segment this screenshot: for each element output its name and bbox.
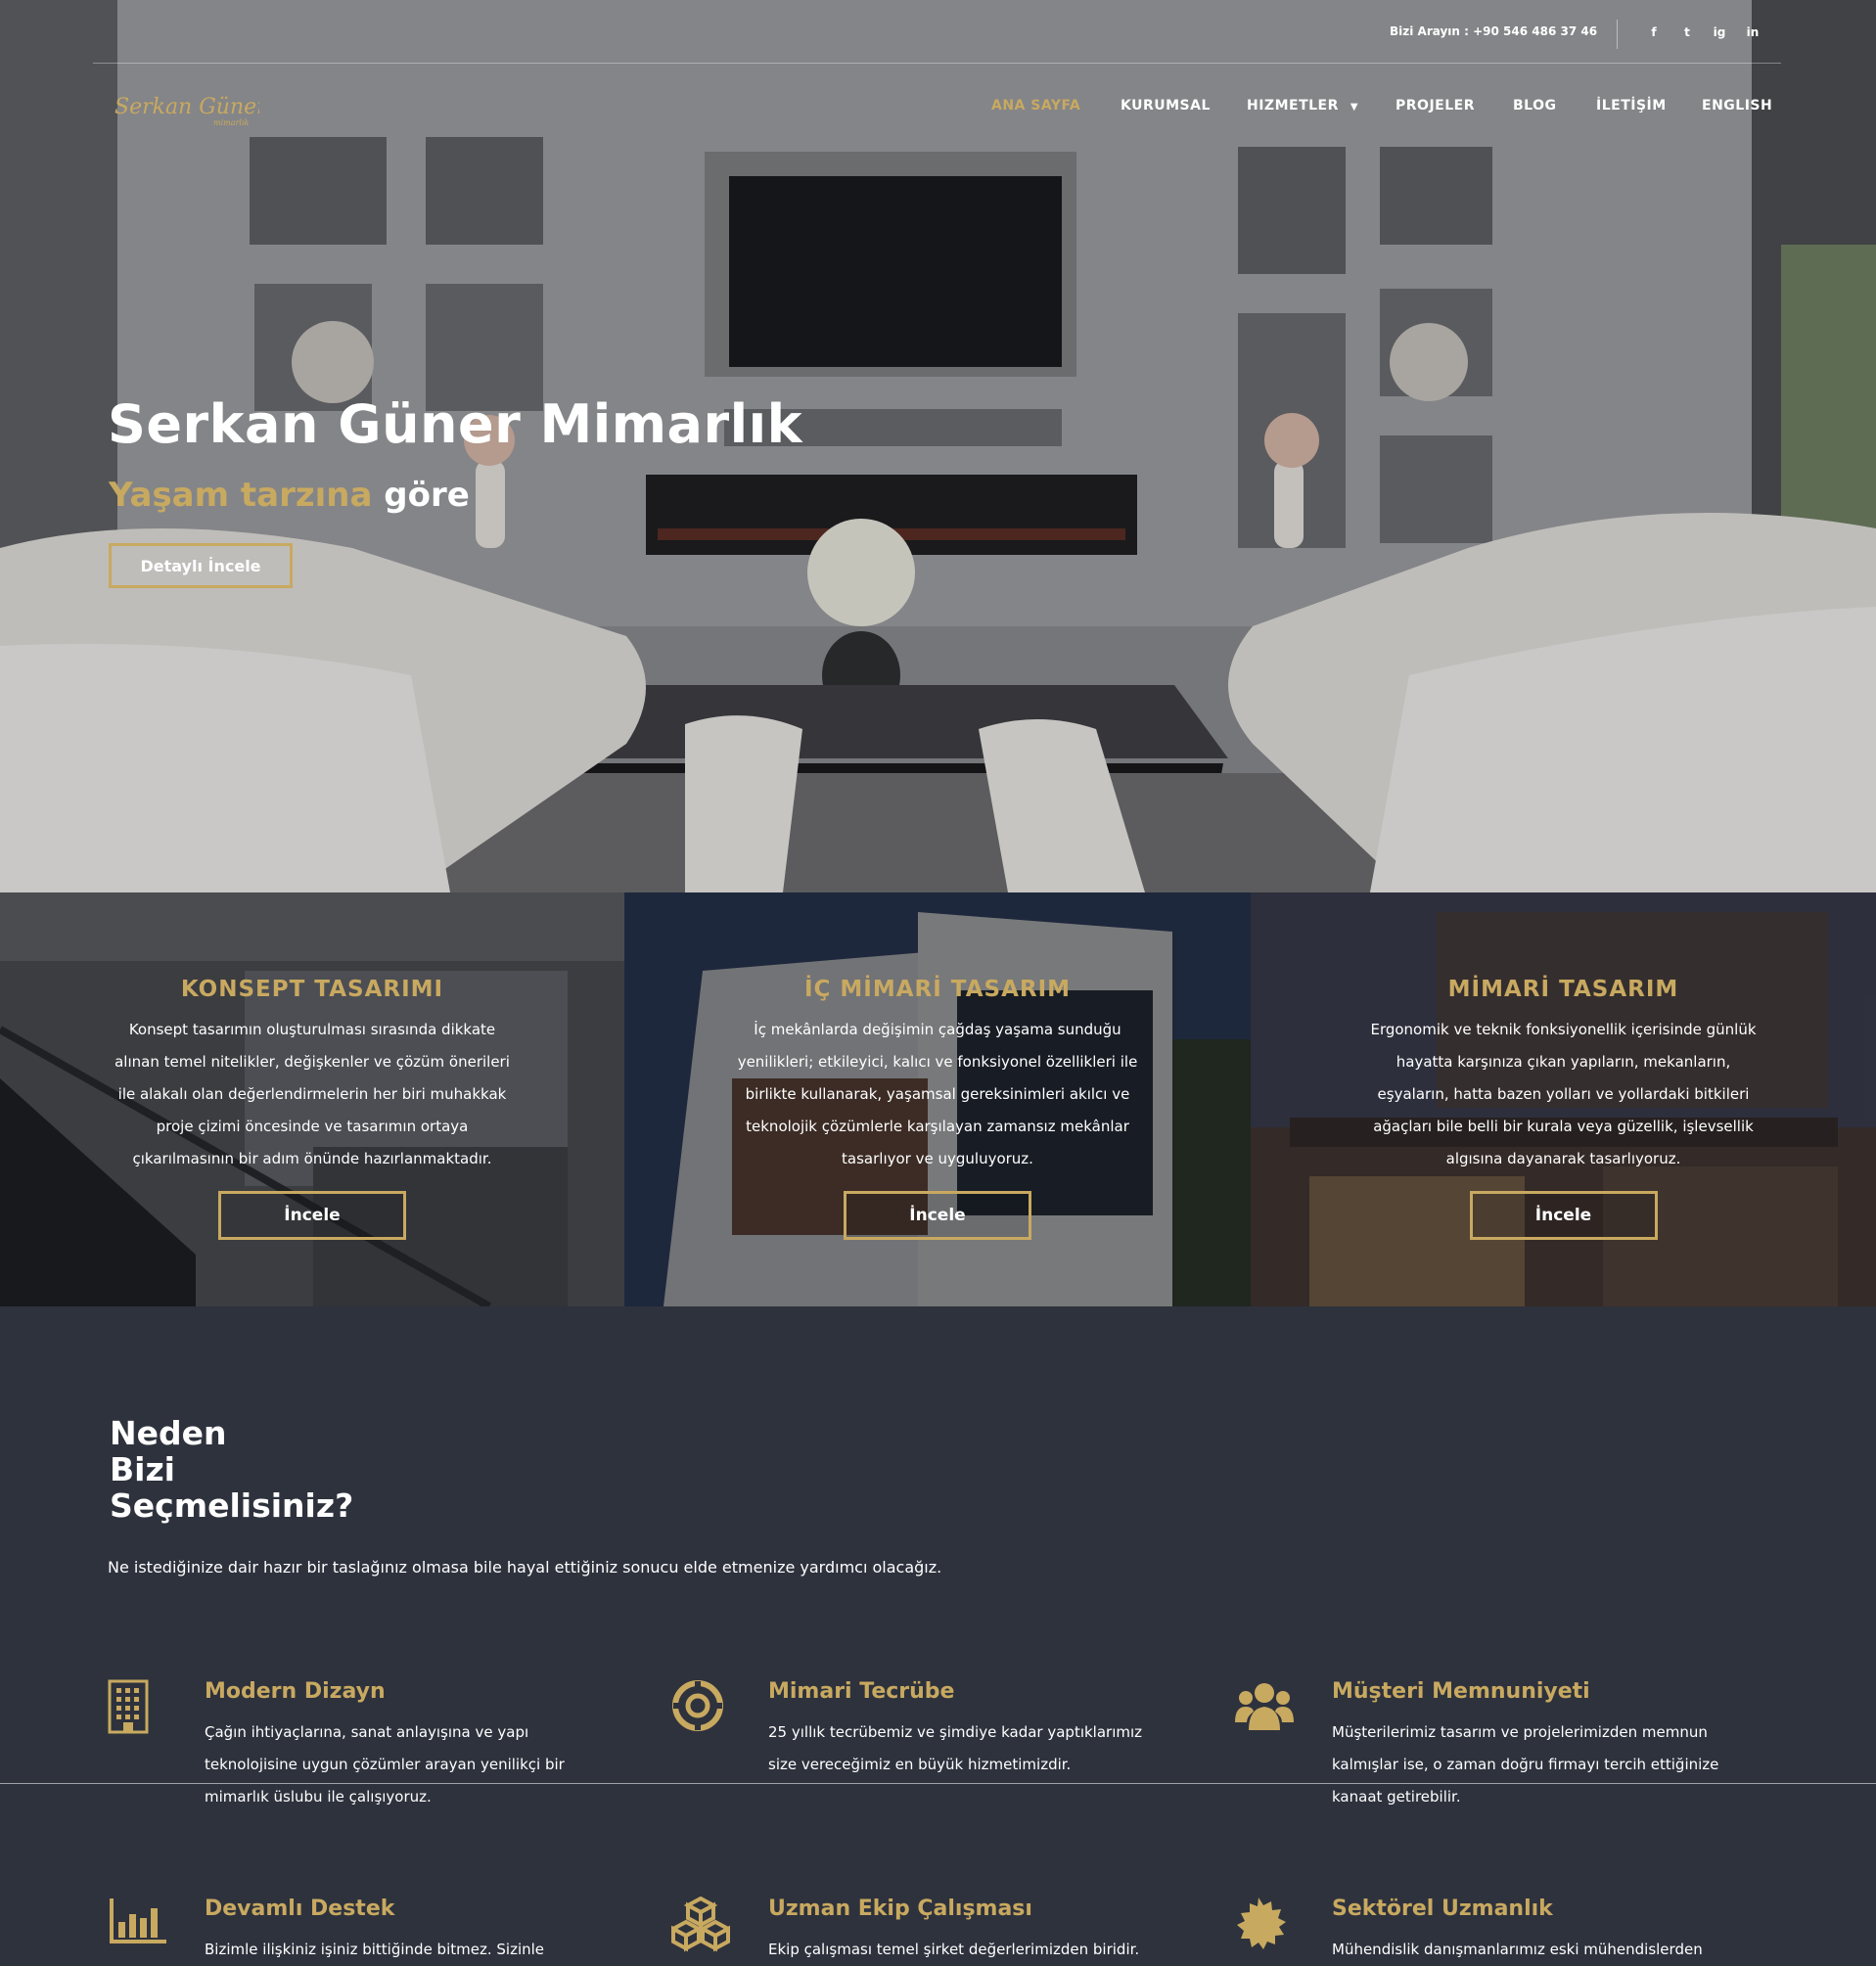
bar-chart-icon [110, 1898, 166, 1943]
nav-english[interactable]: ENGLISH [1702, 98, 1772, 114]
feature-text: Ekip çalışması temel şirket değerlerimiz… [768, 1941, 1140, 1958]
why-us-title: Neden Bizi Seçmelisiniz? [110, 1415, 353, 1524]
service-description: Ergonomik ve teknik fonksiyonellik içeri… [1370, 1021, 1757, 1167]
feature-title: Modern Dizayn [205, 1679, 386, 1704]
feature-text: Bizimle ilişkiniz işiniz bittiğinde bitm… [205, 1941, 545, 1958]
feature-title: Mimari Tecrübe [768, 1679, 955, 1704]
header-divider [93, 63, 1781, 64]
nav-hizmetler[interactable]: HIZMETLER ▼ [1247, 98, 1358, 114]
linkedin-icon[interactable]: in [1742, 22, 1763, 43]
hero-detail-button[interactable]: Detaylı İncele [109, 543, 293, 588]
building-icon [108, 1679, 149, 1734]
hero-title: Serkan Güner Mimarlık [108, 393, 803, 455]
service-panel-mimari: MİMARİ TASARIM Ergonomik ve teknik fonks… [1251, 892, 1876, 1306]
service-title: İÇ MİMARİ TASARIM [803, 977, 1072, 1002]
why-us-title-line: Seçmelisiniz? [110, 1486, 354, 1525]
mimari-incele-button[interactable]: İncele [1469, 1191, 1658, 1240]
hero-subtitle-white: göre [384, 476, 470, 515]
chevron-down-icon: ▼ [1350, 102, 1359, 113]
service-description: Konsept tasarımın oluşturulması sırasınd… [114, 1021, 510, 1167]
service-title: MİMARİ TASARIM [1447, 977, 1679, 1002]
why-us-subtitle: Ne istediğinize dair hazır bir taslağını… [108, 1558, 942, 1577]
logo-signature: Serkan Güner mimarlık [114, 95, 268, 127]
feature-text: Mühendislik danışmanlarımız eski mühendi… [1332, 1941, 1703, 1958]
nav-blog[interactable]: BLOG [1513, 98, 1557, 114]
nav-hizmetler-label: HIZMETLER [1247, 98, 1339, 114]
facebook-icon[interactable]: f [1643, 22, 1665, 43]
nav-projeler[interactable]: PROJELER [1396, 98, 1475, 114]
certificate-icon [1237, 1897, 1286, 1949]
why-us-title-line: Bizi [110, 1450, 175, 1488]
nav-ana-sayfa[interactable]: ANA SAYFA [991, 98, 1080, 114]
instagram-icon[interactable]: ig [1709, 22, 1730, 43]
phone-text[interactable]: Bizi Arayın : +90 546 486 37 46 [1390, 24, 1597, 38]
section-divider [0, 1783, 1876, 1784]
feature-text: 25 yıllık tecrübemiz ve şimdiye kadar ya… [768, 1723, 1143, 1773]
hero-subtitle: Yaşam tarzına göre [109, 476, 470, 515]
service-panel-konsept: KONSEPT TASARIMI Konsept tasarımın oluşt… [0, 892, 624, 1306]
feature-text: Müşterilerimiz tasarım ve projelerimizde… [1332, 1723, 1719, 1806]
konsept-incele-button[interactable]: İncele [218, 1191, 406, 1240]
logo-subtext: mimarlık [213, 118, 249, 127]
lifebuoy-icon [672, 1680, 723, 1731]
feature-text: Çağın ihtiyaçlarına, sanat anlayışına ve… [205, 1723, 565, 1806]
feature-title: Devamlı Destek [205, 1897, 395, 1921]
logo[interactable]: Serkan Güner mimarlık [113, 88, 268, 131]
service-title: KONSEPT TASARIMI [180, 977, 444, 1002]
feature-title: Uzman Ekip Çalışması [768, 1897, 1032, 1921]
feature-title: Müşteri Memnuniyeti [1332, 1679, 1590, 1704]
logo-text: Serkan Güner [114, 95, 259, 119]
service-description: İç mekânlarda değişimin çağdaş yaşama su… [737, 1021, 1138, 1167]
nav-kurumsal[interactable]: KURUMSAL [1121, 98, 1211, 114]
ic-mimari-incele-button[interactable]: İncele [844, 1191, 1031, 1240]
why-us-title-line: Neden [110, 1414, 227, 1452]
users-icon [1235, 1683, 1294, 1730]
hero-subtitle-gold: Yaşam tarzına [109, 476, 373, 515]
hero-section: Bizi Arayın : +90 546 486 37 46 f t ig i… [0, 0, 1876, 892]
twitter-icon[interactable]: t [1676, 22, 1698, 43]
service-panel-ic-mimari: İÇ MİMARİ TASARIM İç mekânlarda değişimi… [624, 892, 1251, 1306]
nav-iletisim[interactable]: İLETİŞİM [1596, 98, 1667, 114]
feature-title: Sektörel Uzmanlık [1332, 1897, 1553, 1921]
cubes-icon [671, 1897, 730, 1952]
topbar-separator [1617, 20, 1618, 49]
